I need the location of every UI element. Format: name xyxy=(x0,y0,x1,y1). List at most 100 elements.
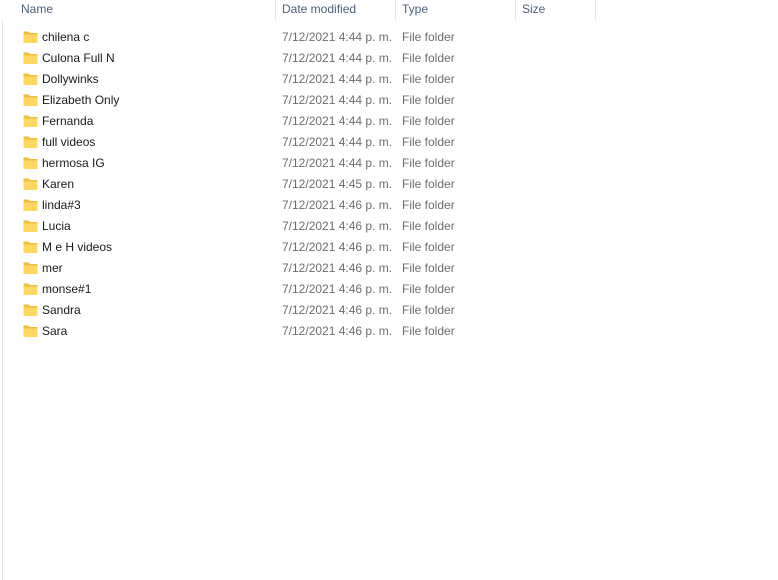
folder-icon xyxy=(23,114,38,128)
column-header-bar: Name Date modified Type Size xyxy=(0,0,778,20)
file-size xyxy=(522,27,594,48)
file-type: File folder xyxy=(402,303,455,317)
file-date-modified: 7/12/2021 4:44 p. m. xyxy=(282,51,393,65)
file-type: File folder xyxy=(402,51,455,65)
file-row[interactable]: Dollywinks 7/12/2021 4:44 p. m. File fol… xyxy=(0,69,778,90)
file-name: Culona Full N xyxy=(42,51,115,65)
folder-icon xyxy=(23,219,38,233)
file-row[interactable]: Fernanda 7/12/2021 4:44 p. m. File folde… xyxy=(0,111,778,132)
folder-icon xyxy=(23,261,38,275)
file-row[interactable]: monse#1 7/12/2021 4:46 p. m. File folder xyxy=(0,279,778,300)
file-row[interactable]: Elizabeth Only 7/12/2021 4:44 p. m. File… xyxy=(0,90,778,111)
file-type: File folder xyxy=(402,30,455,44)
file-size xyxy=(522,90,594,111)
file-list: chilena c 7/12/2021 4:44 p. m. File fold… xyxy=(0,27,778,342)
column-header-type-label: Type xyxy=(402,2,429,16)
file-size xyxy=(522,216,594,237)
file-size xyxy=(522,48,594,69)
column-header-name[interactable]: Name xyxy=(15,0,276,20)
column-header-date-label: Date modified xyxy=(282,2,357,16)
folder-icon xyxy=(23,282,38,296)
file-date-modified: 7/12/2021 4:44 p. m. xyxy=(282,156,393,170)
file-date-modified: 7/12/2021 4:46 p. m. xyxy=(282,240,393,254)
file-name: Fernanda xyxy=(42,114,94,128)
folder-icon xyxy=(23,30,38,44)
file-name: M e H videos xyxy=(42,240,113,254)
folder-icon xyxy=(23,303,38,317)
file-size xyxy=(522,132,594,153)
file-type: File folder xyxy=(402,93,455,107)
file-row[interactable]: Lucia 7/12/2021 4:46 p. m. File folder xyxy=(0,216,778,237)
column-header-type[interactable]: Type xyxy=(396,0,516,20)
column-header-size-label: Size xyxy=(522,2,546,16)
file-row[interactable]: hermosa IG 7/12/2021 4:44 p. m. File fol… xyxy=(0,153,778,174)
column-divider[interactable] xyxy=(595,0,596,20)
file-type: File folder xyxy=(402,156,455,170)
file-name: mer xyxy=(42,261,63,275)
file-date-modified: 7/12/2021 4:45 p. m. xyxy=(282,177,393,191)
file-date-modified: 7/12/2021 4:46 p. m. xyxy=(282,261,393,275)
file-name: Dollywinks xyxy=(42,72,99,86)
file-row[interactable]: M e H videos 7/12/2021 4:46 p. m. File f… xyxy=(0,237,778,258)
file-type: File folder xyxy=(402,324,455,338)
file-date-modified: 7/12/2021 4:46 p. m. xyxy=(282,324,393,338)
file-date-modified: 7/12/2021 4:44 p. m. xyxy=(282,30,393,44)
column-header-date-modified[interactable]: Date modified xyxy=(276,0,396,20)
file-date-modified: 7/12/2021 4:46 p. m. xyxy=(282,282,393,296)
file-row[interactable]: linda#3 7/12/2021 4:46 p. m. File folder xyxy=(0,195,778,216)
file-row[interactable]: mer 7/12/2021 4:46 p. m. File folder xyxy=(0,258,778,279)
column-header-size[interactable]: Size xyxy=(516,0,596,20)
file-size xyxy=(522,321,594,342)
folder-icon xyxy=(23,156,38,170)
folder-icon xyxy=(23,93,38,107)
file-size xyxy=(522,258,594,279)
file-size xyxy=(522,174,594,195)
file-size xyxy=(522,153,594,174)
folder-icon xyxy=(23,198,38,212)
folder-icon xyxy=(23,135,38,149)
file-type: File folder xyxy=(402,114,455,128)
file-row[interactable]: full videos 7/12/2021 4:44 p. m. File fo… xyxy=(0,132,778,153)
file-row[interactable]: Karen 7/12/2021 4:45 p. m. File folder xyxy=(0,174,778,195)
file-type: File folder xyxy=(402,177,455,191)
file-name: Sandra xyxy=(42,303,81,317)
file-type: File folder xyxy=(402,135,455,149)
file-date-modified: 7/12/2021 4:46 p. m. xyxy=(282,219,393,233)
file-type: File folder xyxy=(402,261,455,275)
file-name: linda#3 xyxy=(42,198,81,212)
file-size xyxy=(522,300,594,321)
file-name: full videos xyxy=(42,135,96,149)
column-header-name-label: Name xyxy=(21,2,54,16)
file-size xyxy=(522,69,594,90)
file-size xyxy=(522,237,594,258)
folder-icon xyxy=(23,324,38,338)
file-type: File folder xyxy=(402,198,455,212)
file-list-pane[interactable]: Name Date modified Type Size chilena c 7… xyxy=(0,0,778,580)
file-type: File folder xyxy=(402,219,455,233)
file-name: Elizabeth Only xyxy=(42,93,120,107)
file-size xyxy=(522,111,594,132)
file-date-modified: 7/12/2021 4:46 p. m. xyxy=(282,198,393,212)
file-name: Lucia xyxy=(42,219,71,233)
file-date-modified: 7/12/2021 4:46 p. m. xyxy=(282,303,393,317)
file-size xyxy=(522,195,594,216)
folder-icon xyxy=(23,177,38,191)
file-row[interactable]: Culona Full N 7/12/2021 4:44 p. m. File … xyxy=(0,48,778,69)
file-name: hermosa IG xyxy=(42,156,105,170)
file-size xyxy=(522,279,594,300)
file-date-modified: 7/12/2021 4:44 p. m. xyxy=(282,135,393,149)
file-date-modified: 7/12/2021 4:44 p. m. xyxy=(282,93,393,107)
file-date-modified: 7/12/2021 4:44 p. m. xyxy=(282,114,393,128)
folder-icon xyxy=(23,72,38,86)
folder-icon xyxy=(23,51,38,65)
file-row[interactable]: chilena c 7/12/2021 4:44 p. m. File fold… xyxy=(0,27,778,48)
file-row[interactable]: Sandra 7/12/2021 4:46 p. m. File folder xyxy=(0,300,778,321)
file-type: File folder xyxy=(402,282,455,296)
file-name: chilena c xyxy=(42,30,90,44)
file-row[interactable]: Sara 7/12/2021 4:46 p. m. File folder xyxy=(0,321,778,342)
file-name: monse#1 xyxy=(42,282,92,296)
file-type: File folder xyxy=(402,72,455,86)
file-type: File folder xyxy=(402,240,455,254)
folder-icon xyxy=(23,240,38,254)
file-date-modified: 7/12/2021 4:44 p. m. xyxy=(282,72,393,86)
